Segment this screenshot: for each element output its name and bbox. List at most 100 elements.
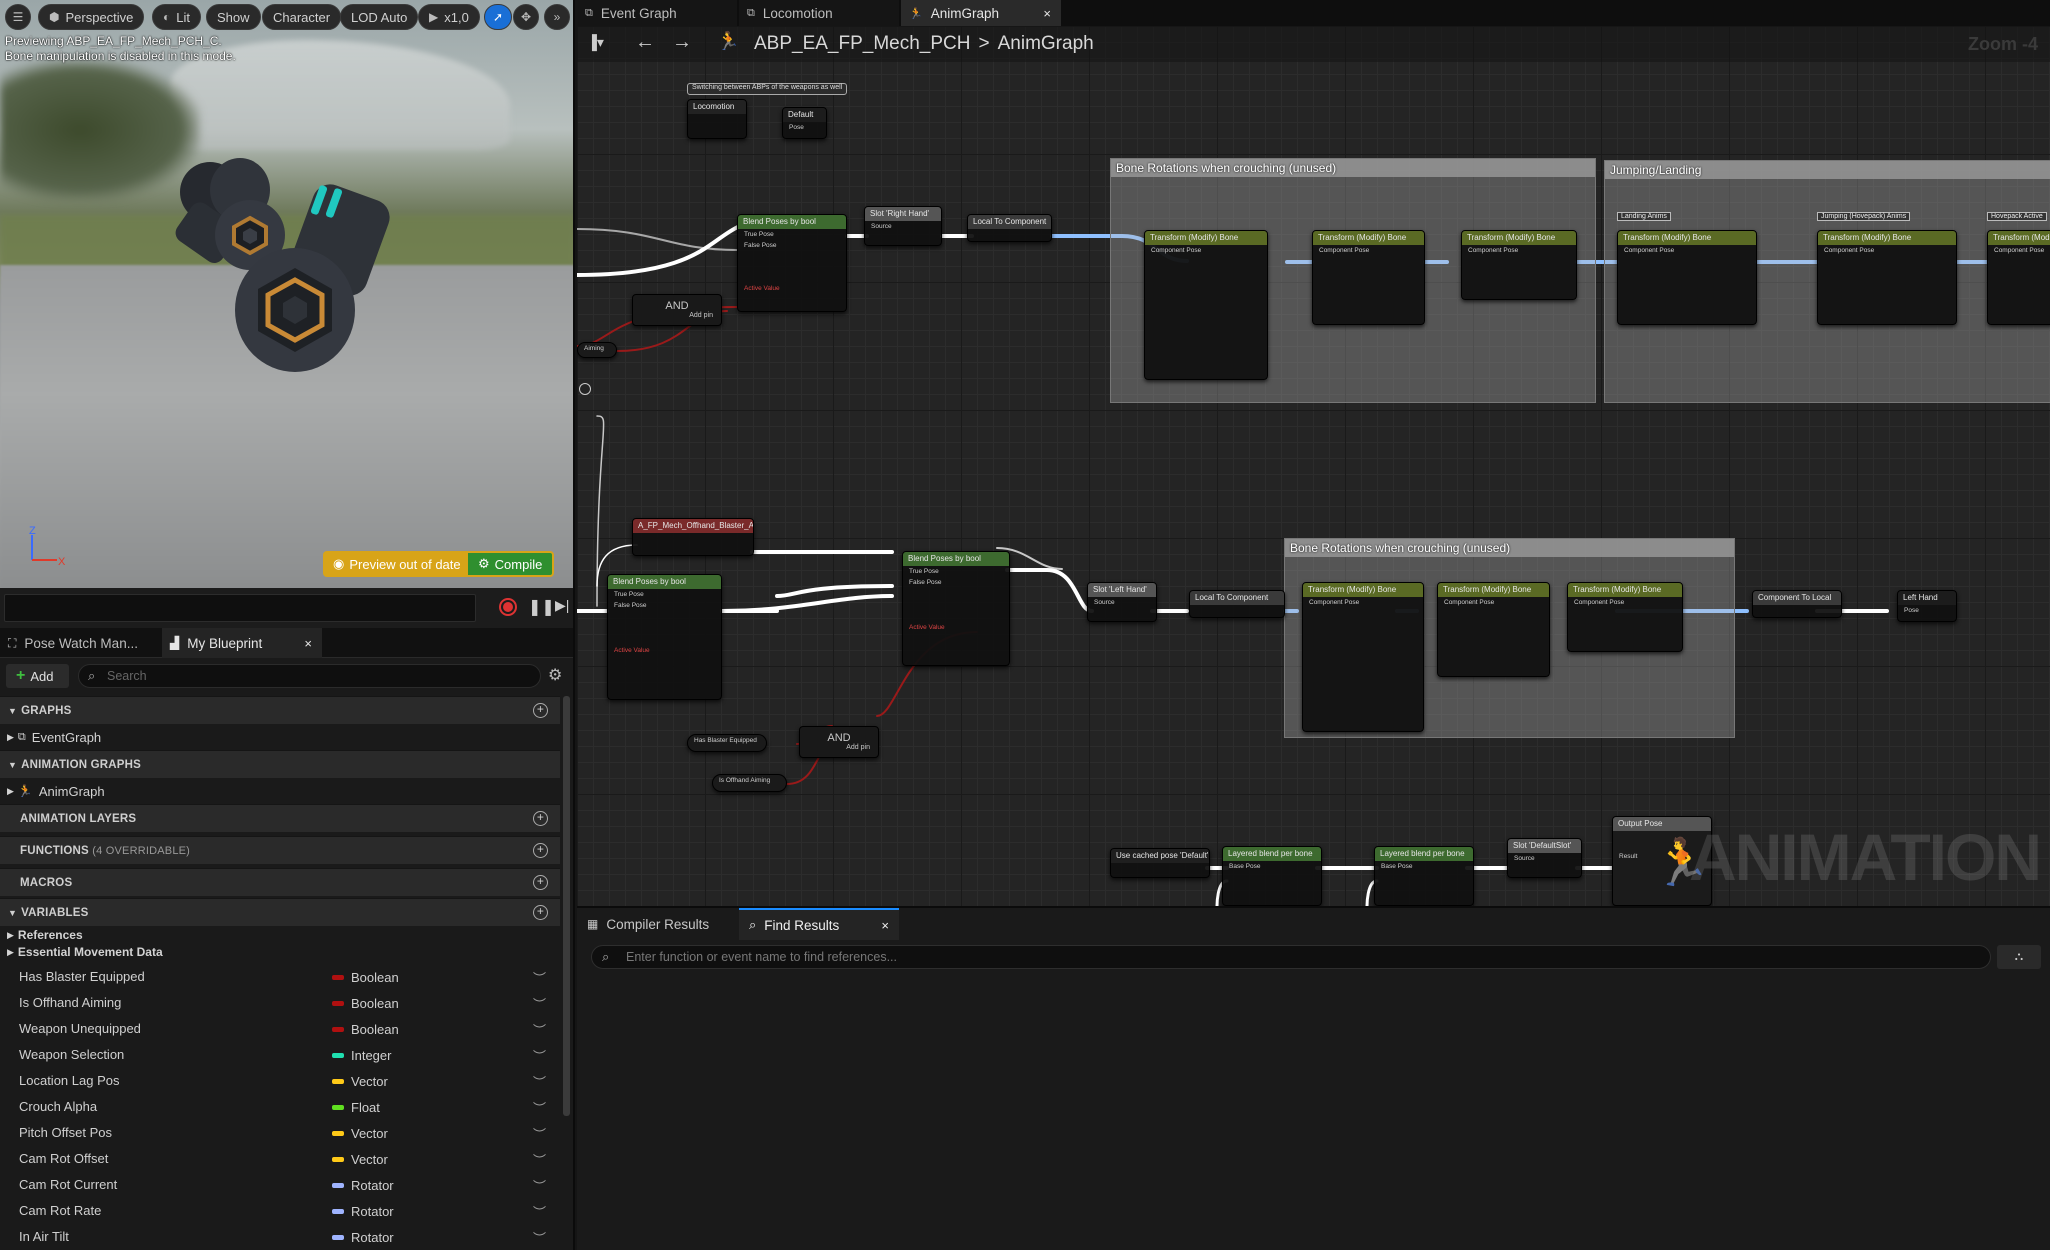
lod-button[interactable]: LOD Auto <box>340 4 419 30</box>
node-transform-bone-9[interactable]: Transform (Modify) Bone Component Pose <box>1567 582 1683 652</box>
visibility-eye-icon[interactable]: ︶ <box>533 994 546 1013</box>
node-left-hand-pose[interactable]: Left Hand Pose <box>1897 590 1957 622</box>
node-has-blaster-get[interactable]: Has Blaster Equipped <box>687 734 767 752</box>
variable-row[interactable]: Cam Rot Offset Vector ︶ <box>0 1146 560 1172</box>
variable-row[interactable]: Is Offhand Aiming Boolean ︶ <box>0 990 560 1016</box>
compile-button[interactable]: ⚙ Compile <box>466 551 555 577</box>
node-slot-left-hand[interactable]: Slot 'Left Hand' Source <box>1087 582 1157 622</box>
variable-row[interactable]: Crouch Alpha Float ︶ <box>0 1094 560 1120</box>
node-transform-bone-5[interactable]: Transform (Modify) Bone Component Pose <box>1817 230 1957 325</box>
tab-event-graph[interactable]: ⧉ Event Graph <box>577 0 737 26</box>
add-variable-icon[interactable]: + <box>533 905 548 920</box>
node-is-offhand-get[interactable]: Is Offhand Aiming <box>712 774 787 792</box>
variable-row[interactable]: Location Lag Pos Vector ︶ <box>0 1068 560 1094</box>
tab-my-blueprint[interactable]: ▟ My Blueprint × <box>162 628 322 658</box>
node-blend-bool-mid[interactable]: Blend Poses by bool True Pose False Pose Ac… <box>902 551 1010 666</box>
section-animation-graphs[interactable]: ▼ ANIMATION GRAPHS <box>0 750 560 778</box>
section-functions[interactable]: FUNCTIONS (4 OVERRIDABLE) + <box>0 836 560 864</box>
category-references[interactable]: ▶ References <box>0 926 560 944</box>
close-icon[interactable]: × <box>1043 6 1051 21</box>
variable-row[interactable]: Weapon Unequipped Boolean ︶ <box>0 1016 560 1042</box>
pause-button[interactable]: ❚❚ <box>528 597 555 617</box>
node-cached-pose-default[interactable]: Use cached pose 'Default' <box>1110 848 1210 878</box>
variable-row[interactable]: Pitch Offset Pos Vector ︶ <box>0 1120 560 1146</box>
breadcrumb-graph[interactable]: AnimGraph <box>998 33 1094 55</box>
add-layer-icon[interactable]: + <box>533 811 548 826</box>
find-global-button[interactable]: ⛬ <box>1997 945 2041 969</box>
variable-row[interactable]: In Air Tilt Rotator ︶ <box>0 1224 560 1250</box>
preview-viewport[interactable]: ☰ ⬢ Perspective ◐ Lit Show Character LOD A… <box>0 0 575 588</box>
timeline-scrubber[interactable] <box>4 594 476 622</box>
node-transform-bone-8[interactable]: Transform (Modify) Bone Component Pose <box>1437 582 1550 677</box>
variable-type[interactable]: Boolean <box>332 1022 399 1037</box>
add-macro-icon[interactable]: + <box>533 875 548 890</box>
show-button[interactable]: Show <box>206 4 261 30</box>
category-essential-movement[interactable]: ▶ Essential Movement Data <box>0 943 560 961</box>
reroute-pin-icon[interactable] <box>579 383 591 395</box>
character-button[interactable]: Character <box>262 4 342 30</box>
close-icon[interactable]: × <box>304 636 312 651</box>
bookmark-button[interactable]: ▐▾ <box>587 34 604 51</box>
close-icon[interactable]: × <box>881 918 889 933</box>
viewport-menu-button[interactable]: ☰ <box>5 4 31 30</box>
variable-type[interactable]: Boolean <box>332 996 399 1011</box>
node-transform-bone-1[interactable]: Transform (Modify) Bone Component Pose <box>1144 230 1268 380</box>
more-tools-button[interactable]: » <box>544 4 570 30</box>
section-animation-layers[interactable]: ANIMATION LAYERS + <box>0 804 560 832</box>
step-forward-button[interactable]: ▶| <box>555 597 569 614</box>
section-graphs[interactable]: ▼ GRAPHS + <box>0 696 560 724</box>
node-local-to-component-mid[interactable]: Local To Component <box>1189 590 1285 618</box>
variable-type[interactable]: Rotator <box>332 1204 394 1219</box>
variable-type[interactable]: Vector <box>332 1152 388 1167</box>
variable-type[interactable]: Boolean <box>332 970 399 985</box>
variable-row[interactable]: Weapon Selection Integer ︶ <box>0 1042 560 1068</box>
visibility-eye-icon[interactable]: ︶ <box>533 1124 546 1143</box>
breadcrumb-asset[interactable]: ABP_EA_FP_Mech_PCH <box>754 33 971 55</box>
node-layered-blend-1[interactable]: Layered blend per bone Base Pose <box>1222 846 1322 906</box>
variable-type[interactable]: Vector <box>332 1074 388 1089</box>
visibility-eye-icon[interactable]: ︶ <box>533 1150 546 1169</box>
tab-animgraph[interactable]: 🏃 AnimGraph × <box>901 0 1061 26</box>
node-default-pose[interactable]: Default Pose <box>782 107 827 139</box>
visibility-eye-icon[interactable]: ︶ <box>533 1202 546 1221</box>
node-slot-default[interactable]: Slot 'DefaultSlot' Source <box>1507 838 1582 878</box>
visibility-eye-icon[interactable]: ︶ <box>533 1228 546 1247</box>
node-transform-bone-6[interactable]: Transform (Modify) BoneComponent Pose <box>1987 230 2050 325</box>
variable-type[interactable]: Float <box>332 1100 380 1115</box>
node-transform-bone-4[interactable]: Transform (Modify) Bone Component Pose <box>1617 230 1757 325</box>
add-function-icon[interactable]: + <box>533 843 548 858</box>
section-variables[interactable]: ▼ VARIABLES + <box>0 898 560 926</box>
lit-button[interactable]: ◐ Lit <box>152 4 201 30</box>
variable-row[interactable]: Cam Rot Current Rotator ︶ <box>0 1172 560 1198</box>
variable-type[interactable]: Integer <box>332 1048 391 1063</box>
variable-type[interactable]: Rotator <box>332 1230 394 1245</box>
node-and-top[interactable]: AND Add pin <box>632 294 722 326</box>
visibility-eye-icon[interactable]: ︶ <box>533 1098 546 1117</box>
node-local-to-component-top[interactable]: Local To Component <box>967 214 1052 242</box>
graph-canvas[interactable]: Bone Rotations when crouching (unused) J… <box>577 26 2050 906</box>
tree-item-animgraph[interactable]: ▶ 🏃 AnimGraph <box>0 778 560 804</box>
visibility-eye-icon[interactable]: ︶ <box>533 1046 546 1065</box>
tab-find-results[interactable]: ⌕ Find Results × <box>739 908 899 940</box>
select-mode-button[interactable]: ➚ <box>484 4 512 30</box>
tree-item-eventgraph[interactable]: ▶ ⧉ EventGraph <box>0 724 560 750</box>
node-blend-bool-left[interactable]: Blend Poses by bool True Pose False Pose Ac… <box>607 574 722 700</box>
tab-locomotion[interactable]: ⧉ Locomotion <box>739 0 899 26</box>
node-transform-bone-3[interactable]: Transform (Modify) Bone Component Pose <box>1461 230 1577 300</box>
visibility-eye-icon[interactable]: ︶ <box>533 1020 546 1039</box>
variable-type[interactable]: Vector <box>332 1126 388 1141</box>
add-graph-icon[interactable]: + <box>533 703 548 718</box>
perspective-button[interactable]: ⬢ Perspective <box>38 4 145 30</box>
node-and-mid[interactable]: AND Add pin <box>799 726 879 758</box>
back-arrow-icon[interactable]: ← <box>635 31 655 54</box>
search-input[interactable]: ⌕ Search <box>78 664 541 688</box>
scrollbar[interactable] <box>563 696 570 1116</box>
node-offhand-aim[interactable]: A_FP_Mech_Offhand_Blaster_Aim <box>632 518 754 556</box>
record-button[interactable] <box>499 598 517 616</box>
node-aiming-get[interactable]: Aiming <box>577 342 617 358</box>
find-input[interactable]: ⌕ Enter function or event name to find r… <box>591 945 1991 969</box>
visibility-eye-icon[interactable]: ︶ <box>533 1072 546 1091</box>
tab-compiler-results[interactable]: ▦ Compiler Results <box>577 908 737 940</box>
visibility-eye-icon[interactable]: ︶ <box>533 1176 546 1195</box>
variable-row[interactable]: Has Blaster Equipped Boolean ︶ <box>0 964 560 990</box>
